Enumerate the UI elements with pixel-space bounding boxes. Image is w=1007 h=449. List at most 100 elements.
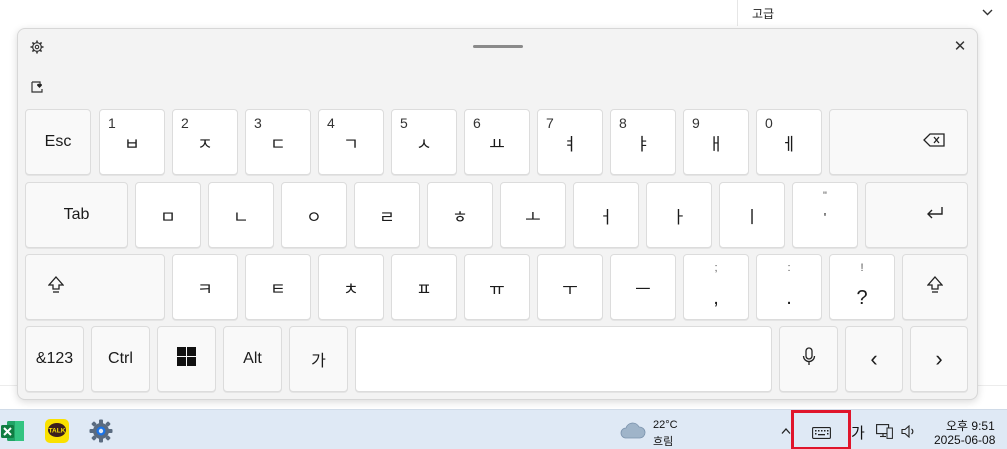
key-ㅍ[interactable]: ㅍ (391, 254, 457, 320)
key-ㅁ[interactable]: ㅁ (135, 182, 201, 248)
key-ㅕ[interactable]: 7ㅕ (537, 109, 603, 175)
close-icon[interactable]: ✕ (953, 39, 967, 54)
windows-icon (177, 347, 196, 371)
kakaotalk-icon[interactable]: TALK (45, 419, 69, 443)
key-label: ' (823, 209, 827, 225)
key-ㅗ[interactable]: ㅗ (500, 182, 566, 248)
key-ㄹ[interactable]: ㄹ (354, 182, 420, 248)
ctrl-key[interactable]: Ctrl (91, 326, 150, 392)
enter-key[interactable] (865, 182, 968, 248)
key-ㅂ[interactable]: 1ㅂ (99, 109, 165, 175)
key-label: ㅕ (562, 134, 578, 154)
network-icon[interactable] (876, 424, 893, 439)
alt-key-label: Alt (243, 350, 262, 367)
volume-icon[interactable] (901, 424, 916, 439)
space-key[interactable] (355, 326, 772, 392)
key-shift-label: ! (860, 262, 864, 274)
key-label: ㅁ (160, 207, 176, 227)
key-ㅊ[interactable]: ㅊ (318, 254, 384, 320)
alt-key[interactable]: Alt (223, 326, 282, 392)
key-quote[interactable]: " ' (792, 182, 858, 248)
keyboard-settings-icon[interactable] (30, 40, 44, 54)
advanced-dropdown[interactable]: 고급 (737, 0, 1007, 26)
chevron-right-icon: › (935, 346, 943, 371)
backspace-key[interactable] (829, 109, 968, 175)
key-ㄱ[interactable]: 4ㄱ (318, 109, 384, 175)
key-label: ㅂ (124, 134, 140, 154)
settings-icon[interactable] (89, 419, 113, 443)
keyboard-icon[interactable] (812, 426, 831, 439)
symbols-key[interactable]: &123 (25, 326, 84, 392)
tab-key[interactable]: Tab (25, 182, 128, 248)
chevron-down-icon (982, 7, 993, 19)
key-ㅈ[interactable]: 2ㅈ (172, 109, 238, 175)
excel-icon[interactable] (1, 419, 25, 443)
windows-key[interactable] (157, 326, 216, 392)
cloud-icon[interactable] (620, 422, 646, 440)
microphone-key[interactable] (779, 326, 838, 392)
key-number: 2 (181, 115, 189, 131)
key-label: ㅣ (744, 207, 760, 227)
key-ㅎ[interactable]: ㅎ (427, 182, 493, 248)
key-label: ㅎ (452, 207, 468, 227)
key-label: ㄹ (379, 207, 395, 227)
key-ㅓ[interactable]: ㅓ (573, 182, 639, 248)
key-label: ㅔ (781, 134, 797, 154)
key-ㅜ[interactable]: ㅜ (537, 254, 603, 320)
key-ㅔ[interactable]: 0ㅔ (756, 109, 822, 175)
key-number: 8 (619, 115, 627, 131)
key-ㄴ[interactable]: ㄴ (208, 182, 274, 248)
key-number: 6 (473, 115, 481, 131)
key-period[interactable]: :. (756, 254, 822, 320)
key-ㅑ[interactable]: 8ㅑ (610, 109, 676, 175)
key-ㅛ[interactable]: 6ㅛ (464, 109, 530, 175)
ime-language-indicator[interactable]: 가 (851, 422, 865, 443)
left-shift-key[interactable] (25, 254, 165, 320)
shift-icon (47, 276, 65, 298)
key-comma[interactable]: ;, (683, 254, 749, 320)
key-number: 7 (546, 115, 554, 131)
key-label: ㅛ (489, 134, 505, 154)
enter-icon (926, 206, 944, 225)
key-number: 1 (108, 115, 116, 131)
key-number: 0 (765, 115, 773, 131)
key-label: ㅈ (197, 134, 213, 154)
chevron-up-icon[interactable] (781, 422, 791, 438)
key-ㅅ[interactable]: 5ㅅ (391, 109, 457, 175)
hangul-key-label: 가 (311, 353, 326, 370)
right-shift-key[interactable] (902, 254, 968, 320)
key-label: ㅓ (598, 207, 614, 227)
key-ㅌ[interactable]: ㅌ (245, 254, 311, 320)
key-ㅠ[interactable]: ㅠ (464, 254, 530, 320)
key-ㅋ[interactable]: ㅋ (172, 254, 238, 320)
arrow-right-key[interactable]: › (910, 326, 968, 392)
key-label: ㅋ (197, 279, 213, 299)
clock-date[interactable]: 2025-06-08 (934, 433, 995, 447)
emoji-clipboard-icon[interactable] (30, 80, 44, 94)
esc-key[interactable]: Esc (25, 109, 91, 175)
microphone-icon (802, 347, 816, 371)
key-question[interactable]: !? (829, 254, 895, 320)
key-ㅇ[interactable]: ㅇ (281, 182, 347, 248)
key-label: ㅑ (635, 134, 651, 154)
arrow-left-key[interactable]: ‹ (845, 326, 903, 392)
ctrl-key-label: Ctrl (108, 350, 133, 367)
key-label: . (786, 287, 792, 309)
weather-temperature[interactable]: 22°C (653, 419, 678, 431)
key-label: ㅅ (416, 134, 432, 154)
weather-description[interactable]: 흐림 (653, 433, 673, 449)
key-label: ㅊ (343, 279, 359, 299)
key-ㅐ[interactable]: 9ㅐ (683, 109, 749, 175)
key-shift-label: : (787, 262, 791, 274)
key-label: ㅍ (416, 279, 432, 299)
clock-time[interactable]: 오후 9:51 (946, 417, 995, 434)
key-label: ㅗ (525, 207, 541, 227)
tab-key-label: Tab (63, 206, 90, 223)
key-ㅡ[interactable]: ㅡ (610, 254, 676, 320)
key-ㅣ[interactable]: ㅣ (719, 182, 785, 248)
key-ㄷ[interactable]: 3ㄷ (245, 109, 311, 175)
keyboard-drag-handle[interactable] (473, 45, 523, 48)
key-label: ㄷ (270, 134, 286, 154)
key-ㅏ[interactable]: ㅏ (646, 182, 712, 248)
hangul-toggle-key[interactable]: 가 (289, 326, 348, 392)
